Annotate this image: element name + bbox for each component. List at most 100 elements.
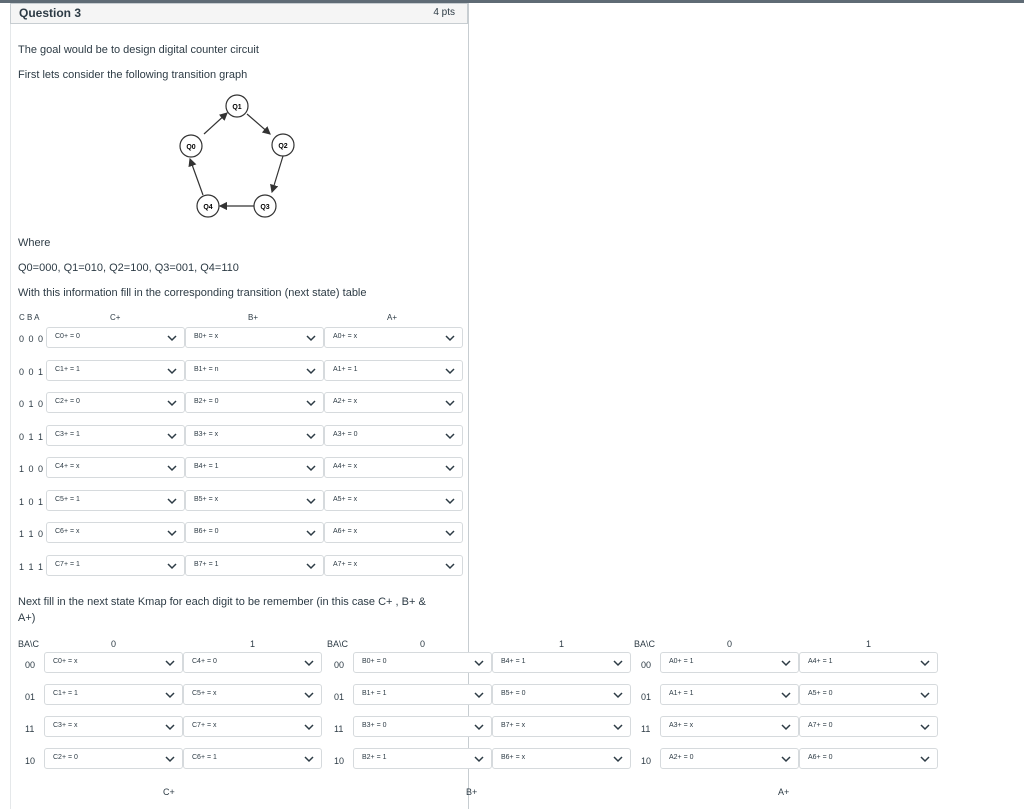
kmap-1-cell-2-1-value: B7+ = x	[501, 722, 526, 729]
kmap-row-label: 01	[25, 692, 36, 702]
kmap-0-cell-0-1[interactable]: C4+ = 0	[183, 652, 322, 673]
kmap-0-cell-1-1[interactable]: C5+ = x	[183, 684, 322, 705]
kmap-row-label: 01	[641, 692, 652, 702]
kmap-1-cell-2-1[interactable]: B7+ = x	[492, 716, 631, 737]
edge-q1-q2	[246, 113, 271, 135]
kmap-0-cell-0-1-value: C4+ = 0	[192, 658, 217, 665]
c-next-select-3[interactable]: C3+ = 1	[46, 424, 185, 446]
chevron-down-icon	[613, 692, 623, 699]
kmap-0-cell-0-0-value: C0+ = x	[53, 658, 78, 665]
node-q1: Q1	[225, 94, 249, 118]
chevron-down-icon	[445, 465, 455, 472]
c-next-select-5-value: C5+ = 1	[55, 495, 80, 503]
kmap-2-cell-0-0[interactable]: A0+ = 1	[660, 652, 799, 673]
chevron-down-icon	[445, 367, 455, 374]
a-next-select-3[interactable]: A3+ = 0	[324, 424, 463, 446]
c-next-select-7[interactable]: C7+ = 1	[46, 554, 185, 576]
a-next-select-0[interactable]: A0+ = x	[324, 327, 463, 348]
kmap-0-cell-3-1[interactable]: C6+ = 1	[183, 748, 322, 769]
node-q3-label: Q3	[260, 204, 269, 211]
a-next-select-4[interactable]: A4+ = x	[324, 457, 463, 478]
chevron-down-icon	[167, 432, 177, 439]
kmap-1-cell-0-1[interactable]: B4+ = 1	[492, 652, 631, 673]
kmap-0-cell-0-0[interactable]: C0+ = x	[44, 652, 183, 673]
kmap-0-cell-1-0-value: C1+ = 1	[53, 690, 78, 697]
kmap-2-cell-2-1[interactable]: A7+ = 0	[799, 716, 938, 737]
chevron-down-icon	[165, 724, 175, 731]
node-q4: Q4	[196, 194, 220, 218]
b-next-select-7[interactable]: B7+ = 1	[185, 554, 324, 576]
b-next-select-3[interactable]: B3+ = x	[185, 424, 324, 446]
c-next-select-0[interactable]: C0+ = 0	[46, 327, 185, 348]
kmap-0-cell-1-0[interactable]: C1+ = 1	[44, 684, 183, 705]
chevron-down-icon	[613, 756, 623, 763]
kmap-1-cell-3-1[interactable]: B6+ = x	[492, 748, 631, 769]
kmap-row-label: 11	[334, 724, 344, 734]
edge-q0-q1	[203, 112, 228, 135]
kmap-row-label: 00	[641, 660, 652, 670]
kmap-2-cell-0-1-value: A4+ = 1	[808, 658, 833, 665]
c-next-select-5[interactable]: C5+ = 1	[46, 489, 185, 511]
c-next-select-6-value: C6+ = x	[55, 528, 80, 535]
a-next-select-7[interactable]: A7+ = x	[324, 554, 463, 576]
b-next-select-2[interactable]: B2+ = 0	[185, 392, 324, 413]
where-label: Where	[18, 237, 51, 249]
b-next-select-4[interactable]: B4+ = 1	[185, 457, 324, 478]
a-next-select-1-value: A1+ = 1	[333, 365, 358, 373]
kmap-2-cell-1-0[interactable]: A1+ = 1	[660, 684, 799, 705]
a-next-select-2[interactable]: A2+ = x	[324, 392, 463, 413]
a-next-select-1[interactable]: A1+ = 1	[324, 359, 463, 381]
header-cba: C B A	[19, 313, 40, 322]
kmap-1-cell-2-0[interactable]: B3+ = 0	[353, 716, 492, 737]
kmap-b: BA\C 0 1 00 B0+ = 0 B4+ = 1 01 B1+ = 1 B5+ = 0 11…	[327, 630, 631, 809]
kmap-2-cell-0-1[interactable]: A4+ = 1	[799, 652, 938, 673]
row-label: 0 0 1	[19, 366, 45, 377]
chevron-down-icon	[474, 724, 484, 731]
chevron-down-icon	[306, 335, 316, 342]
kmap-2-cell-3-0[interactable]: A2+ = 0	[660, 748, 799, 769]
kmap-2-cell-2-0[interactable]: A3+ = x	[660, 716, 799, 737]
c-next-select-1[interactable]: C1+ = 1	[46, 359, 185, 381]
kmap-0-cell-2-0[interactable]: C3+ = x	[44, 716, 183, 737]
kmap-0-cell-3-1-value: C6+ = 1	[192, 754, 217, 761]
c-next-select-2[interactable]: C2+ = 0	[46, 392, 185, 413]
kmap-2-cell-3-1[interactable]: A6+ = 0	[799, 748, 938, 769]
kmap-0-cell-2-1[interactable]: C7+ = x	[183, 716, 322, 737]
kmap-1-cell-1-1[interactable]: B5+ = 0	[492, 684, 631, 705]
question-title: Question 3	[19, 6, 82, 20]
chevron-down-icon	[165, 660, 175, 667]
b-next-select-5[interactable]: B5+ = x	[185, 489, 324, 511]
a-next-select-6[interactable]: A6+ = x	[324, 522, 463, 543]
b-next-select-6[interactable]: B6+ = 0	[185, 522, 324, 543]
kmap-1-cell-1-0-value: B1+ = 1	[362, 690, 387, 697]
state-assignments: Q0=000, Q1=010, Q2=100, Q3=001, Q4=110	[18, 262, 239, 274]
b-next-select-4-value: B4+ = 1	[194, 463, 219, 470]
chevron-down-icon	[920, 692, 930, 699]
chevron-down-icon	[304, 724, 314, 731]
kmap-col-0: 0	[420, 639, 426, 649]
b-next-select-0[interactable]: B0+ = x	[185, 327, 324, 348]
c-next-select-1-value: C1+ = 1	[55, 365, 80, 373]
kmap-col-1: 1	[559, 639, 565, 649]
kmap-0-cell-3-0[interactable]: C2+ = 0	[44, 748, 183, 769]
kmap-2-cell-1-1[interactable]: A5+ = 0	[799, 684, 938, 705]
kmap-2-cell-3-1-value: A6+ = 0	[808, 754, 833, 761]
b-next-select-1[interactable]: B1+ = n	[185, 359, 324, 381]
row-label: 1 1 1	[19, 561, 45, 572]
c-next-select-6[interactable]: C6+ = x	[46, 522, 185, 543]
node-q1-label: Q1	[232, 104, 241, 111]
kmap-1-cell-3-0[interactable]: B2+ = 1	[353, 748, 492, 769]
row-label: 1 0 0	[19, 464, 45, 474]
chevron-down-icon	[445, 530, 455, 537]
b-next-select-6-value: B6+ = 0	[194, 528, 219, 535]
chevron-down-icon	[306, 432, 316, 439]
chevron-down-icon	[445, 562, 455, 569]
a-next-select-5[interactable]: A5+ = x	[324, 489, 463, 511]
kmap-row-label: 11	[25, 724, 35, 734]
chevron-down-icon	[165, 692, 175, 699]
chevron-down-icon	[613, 724, 623, 731]
node-q2-label: Q2	[278, 143, 287, 150]
kmap-1-cell-1-0[interactable]: B1+ = 1	[353, 684, 492, 705]
kmap-1-cell-0-0[interactable]: B0+ = 0	[353, 652, 492, 673]
c-next-select-4[interactable]: C4+ = x	[46, 457, 185, 478]
